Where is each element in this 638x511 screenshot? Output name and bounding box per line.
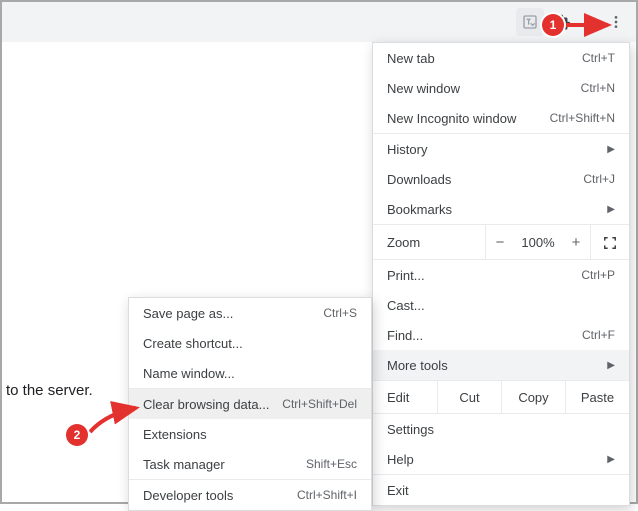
menu-edit-row: Edit Cut Copy Paste bbox=[373, 380, 629, 414]
submenu-save-page[interactable]: Save page as... Ctrl+S bbox=[129, 298, 371, 328]
menu-bookmarks[interactable]: Bookmarks ▶ bbox=[373, 194, 629, 224]
zoom-label: Zoom bbox=[373, 235, 485, 250]
menu-label: More tools bbox=[387, 358, 448, 373]
menu-shortcut: Ctrl+Shift+Del bbox=[282, 397, 357, 411]
menu-label: Extensions bbox=[143, 427, 207, 442]
edit-label: Edit bbox=[373, 390, 437, 405]
menu-label: Cast... bbox=[387, 298, 425, 313]
menu-shortcut: Ctrl+S bbox=[323, 306, 357, 320]
submenu-name-window[interactable]: Name window... bbox=[129, 358, 371, 388]
menu-label: Settings bbox=[387, 422, 434, 437]
browser-toolbar bbox=[2, 2, 636, 42]
overflow-menu-button[interactable] bbox=[602, 8, 630, 36]
menu-label: Clear browsing data... bbox=[143, 397, 269, 412]
menu-label: Downloads bbox=[387, 172, 451, 187]
menu-label: History bbox=[387, 142, 427, 157]
menu-exit[interactable]: Exit bbox=[373, 475, 629, 505]
menu-history[interactable]: History ▶ bbox=[373, 134, 629, 164]
menu-label: Print... bbox=[387, 268, 425, 283]
menu-label: Help bbox=[387, 452, 414, 467]
menu-new-incognito[interactable]: New Incognito window Ctrl+Shift+N bbox=[373, 103, 629, 133]
menu-more-tools[interactable]: More tools ▶ bbox=[373, 350, 629, 380]
extensions-icon[interactable] bbox=[548, 8, 576, 36]
zoom-percent: 100% bbox=[514, 235, 562, 250]
menu-cast[interactable]: Cast... bbox=[373, 290, 629, 320]
more-tools-submenu: Save page as... Ctrl+S Create shortcut..… bbox=[128, 297, 372, 511]
submenu-create-shortcut[interactable]: Create shortcut... bbox=[129, 328, 371, 358]
submenu-arrow-icon: ▶ bbox=[607, 454, 615, 465]
menu-shortcut: Shift+Esc bbox=[306, 457, 357, 471]
submenu-arrow-icon: ▶ bbox=[607, 360, 615, 371]
menu-shortcut: Ctrl+P bbox=[581, 268, 615, 282]
submenu-arrow-icon: ▶ bbox=[607, 204, 615, 215]
menu-shortcut: Ctrl+N bbox=[581, 81, 615, 95]
fullscreen-button[interactable] bbox=[591, 234, 629, 250]
menu-label: New tab bbox=[387, 51, 435, 66]
menu-label: Exit bbox=[387, 483, 409, 498]
menu-new-window[interactable]: New window Ctrl+N bbox=[373, 73, 629, 103]
menu-settings[interactable]: Settings bbox=[373, 414, 629, 444]
menu-label: New window bbox=[387, 81, 460, 96]
chrome-main-menu: New tab Ctrl+T New window Ctrl+N New Inc… bbox=[372, 42, 630, 506]
zoom-out-button[interactable]: − bbox=[486, 234, 514, 251]
menu-shortcut: Ctrl+Shift+I bbox=[297, 488, 357, 502]
menu-label: Name window... bbox=[143, 366, 235, 381]
menu-print[interactable]: Print... Ctrl+P bbox=[373, 260, 629, 290]
submenu-clear-browsing-data[interactable]: Clear browsing data... Ctrl+Shift+Del bbox=[129, 389, 371, 419]
submenu-developer-tools[interactable]: Developer tools Ctrl+Shift+I bbox=[129, 480, 371, 510]
submenu-extensions[interactable]: Extensions bbox=[129, 419, 371, 449]
submenu-task-manager[interactable]: Task manager Shift+Esc bbox=[129, 449, 371, 479]
submenu-arrow-icon: ▶ bbox=[607, 144, 615, 155]
menu-label: Create shortcut... bbox=[143, 336, 243, 351]
menu-label: Task manager bbox=[143, 457, 225, 472]
page-fragment-text: to the server. bbox=[6, 382, 93, 399]
translate-icon[interactable] bbox=[516, 8, 544, 36]
menu-label: Find... bbox=[387, 328, 423, 343]
edit-copy-button[interactable]: Copy bbox=[501, 381, 565, 413]
menu-find[interactable]: Find... Ctrl+F bbox=[373, 320, 629, 350]
menu-help[interactable]: Help ▶ bbox=[373, 444, 629, 474]
edit-paste-button[interactable]: Paste bbox=[565, 381, 629, 413]
menu-shortcut: Ctrl+J bbox=[583, 172, 615, 186]
menu-label: Developer tools bbox=[143, 488, 233, 503]
menu-label: Save page as... bbox=[143, 306, 233, 321]
menu-zoom-row: Zoom − 100% + bbox=[373, 224, 629, 260]
menu-label: Bookmarks bbox=[387, 202, 452, 217]
edit-cut-button[interactable]: Cut bbox=[437, 381, 501, 413]
menu-shortcut: Ctrl+Shift+N bbox=[550, 111, 615, 125]
annotation-badge-2: 2 bbox=[66, 424, 88, 446]
menu-label: New Incognito window bbox=[387, 111, 516, 126]
menu-shortcut: Ctrl+T bbox=[582, 51, 615, 65]
toolbar-spacer bbox=[580, 8, 598, 36]
zoom-in-button[interactable]: + bbox=[562, 234, 590, 251]
menu-new-tab[interactable]: New tab Ctrl+T bbox=[373, 43, 629, 73]
menu-shortcut: Ctrl+F bbox=[582, 328, 615, 342]
menu-downloads[interactable]: Downloads Ctrl+J bbox=[373, 164, 629, 194]
